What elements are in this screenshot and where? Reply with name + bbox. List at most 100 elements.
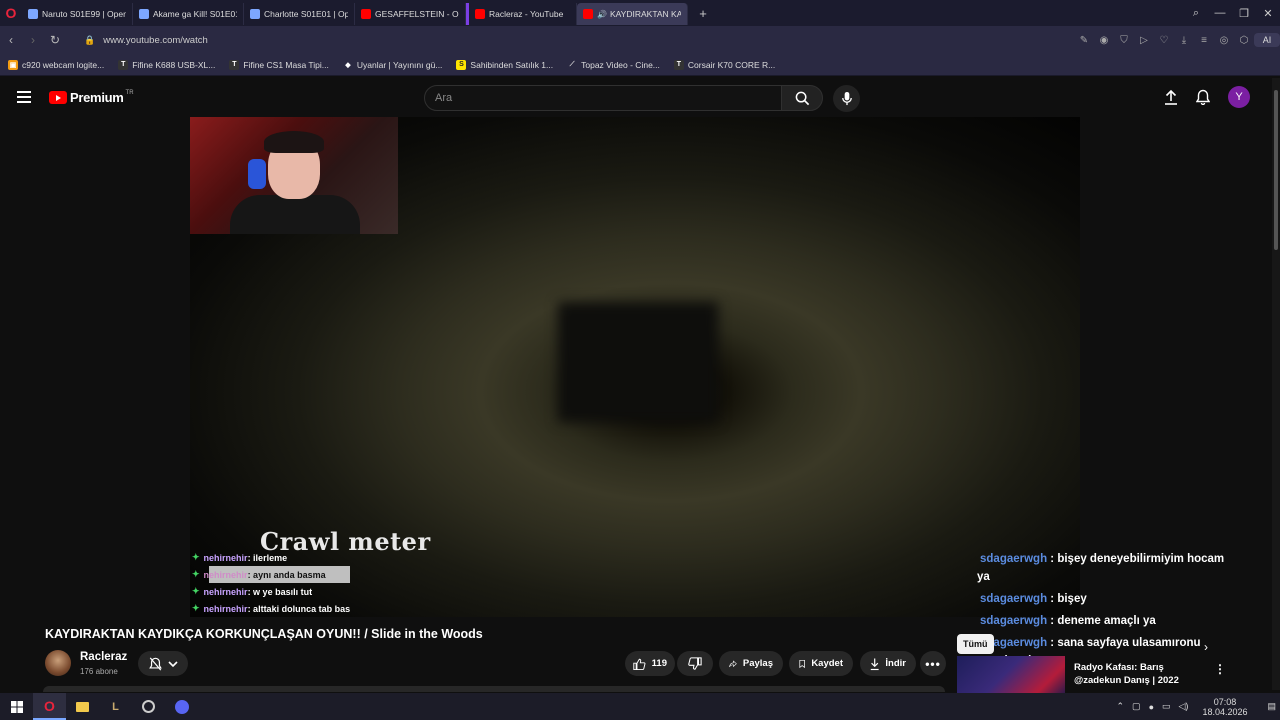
browser-tab[interactable]: Akame ga Kill! S01E01 | O: [133, 3, 244, 25]
recommended-video-title[interactable]: Radyo Kafası: Barış @zadekun Danış | 202…: [1074, 661, 1209, 687]
back-icon[interactable]: ‹: [0, 33, 22, 47]
chat-message: ✦ nehirnehir : aynı anda basma: [192, 566, 351, 583]
download-icon[interactable]: ⤓: [1174, 35, 1194, 46]
taskbar-clock[interactable]: 07:08 18.04.2026: [1198, 697, 1251, 717]
more-vertical-icon[interactable]: ⋮: [1214, 662, 1226, 676]
bookmark-item[interactable]: T Fifine CS1 Masa Tipi...: [229, 59, 329, 70]
chat-message: ✦ nehirnehir : ilerleme: [192, 552, 288, 563]
youtube-play-icon: [49, 91, 67, 104]
bookmark-item[interactable]: ▣ c920 webcam logite...: [8, 59, 104, 70]
filter-chip-all[interactable]: Tümü: [957, 634, 994, 654]
bookmark-item[interactable]: T Fifine K688 USB-XL...: [118, 59, 215, 70]
notifications-bell-icon[interactable]: [1196, 89, 1210, 105]
account-avatar[interactable]: Y: [1228, 86, 1250, 108]
topaz-icon: ⟋: [569, 60, 575, 68]
more-actions-button[interactable]: •••: [920, 651, 946, 676]
network-icon[interactable]: ▭: [1162, 701, 1171, 712]
new-tab-button[interactable]: +: [694, 4, 712, 22]
chevron-down-icon: [167, 660, 178, 667]
league-of-legends-icon[interactable]: L: [99, 693, 132, 720]
tab-favicon-icon: [250, 9, 260, 19]
browser-tab[interactable]: Naruto S01E99 | OpenAni: [22, 3, 133, 25]
shield-icon[interactable]: ⛉: [1114, 35, 1134, 46]
volume-icon[interactable]: ◁): [1179, 701, 1189, 712]
windows-taskbar: O L ⌃ ▢ ● ▭ ◁) 07:08 18.04.2026 ▤: [0, 693, 1280, 720]
profile-icon[interactable]: ◎: [1214, 35, 1234, 46]
extensions-icon[interactable]: ⬡: [1234, 35, 1254, 46]
chat-message: ✦ nehirnehir : w ye basılı tut: [192, 586, 313, 597]
gem-icon: ✦: [192, 586, 200, 596]
url-field[interactable]: 🔒 www.youtube.com/watch: [84, 35, 208, 46]
play-icon[interactable]: ▷: [1134, 35, 1154, 46]
edit-icon[interactable]: ✎: [1074, 35, 1094, 46]
tray-app-icon[interactable]: ▢: [1132, 701, 1141, 712]
bell-off-icon: [148, 656, 162, 671]
search-tabs-icon[interactable]: ⌕: [1184, 7, 1208, 20]
scrollbar-thumb[interactable]: [1274, 90, 1278, 250]
list-icon[interactable]: ≡: [1194, 35, 1214, 46]
browser-tab-active[interactable]: 🔊KAYDIRAKTAN KAYDI: [577, 3, 688, 25]
steam-icon[interactable]: [132, 693, 165, 720]
file-explorer-icon[interactable]: [66, 693, 99, 720]
more-horizontal-icon: •••: [925, 656, 941, 671]
recommended-video-thumbnail[interactable]: [957, 656, 1065, 694]
youtube-favicon-icon: [475, 9, 485, 19]
close-icon[interactable]: ✕: [1256, 7, 1280, 20]
browser-tab[interactable]: Charlotte S01E01 | OpenA: [244, 3, 355, 25]
upload-icon[interactable]: [1164, 89, 1178, 105]
video-frame-tunnel: [558, 302, 718, 422]
maximize-icon[interactable]: ❐: [1232, 7, 1256, 20]
youtube-logo[interactable]: Premium TR: [49, 90, 134, 105]
channel-avatar[interactable]: [45, 650, 71, 676]
sahibinden-icon: S: [456, 59, 467, 70]
reload-icon[interactable]: ↻: [44, 33, 66, 47]
bookmark-item[interactable]: ◆ Uyanlar | Yayınını gü...: [343, 60, 442, 70]
heart-icon[interactable]: ♡: [1154, 35, 1174, 46]
bookmark-icon: [799, 659, 805, 668]
voice-search-button[interactable]: [833, 85, 860, 112]
camera-icon[interactable]: ◉: [1094, 35, 1114, 46]
address-bar: ‹ › ↻ 🔒 www.youtube.com/watch ✎ ◉ ⛉ ▷ ♡ …: [0, 26, 1280, 54]
chat-message: sdagaerwgh : bişey deneyebilirmiyim hoca…: [977, 553, 1225, 583]
opera-menu-icon[interactable]: O: [0, 0, 22, 26]
gem-icon: ✦: [192, 569, 200, 579]
diamond-icon: ◆: [345, 61, 351, 69]
header-actions: Y: [1164, 86, 1250, 108]
chevron-right-icon[interactable]: ›: [1204, 640, 1208, 654]
window-controls: ⌕ — ❐ ✕: [1184, 0, 1280, 26]
browser-tab[interactable]: Racleraz - YouTube: [466, 3, 577, 25]
tab-favicon-icon: [139, 9, 149, 19]
bookmark-item[interactable]: S Sahibinden Satılık 1...: [456, 59, 553, 70]
menu-icon[interactable]: [17, 91, 31, 103]
share-button[interactable]: Paylaş: [719, 651, 783, 676]
speaker-icon: 🔊: [597, 9, 607, 19]
search-button[interactable]: [781, 85, 823, 111]
opera-browser-icon[interactable]: O: [33, 693, 66, 720]
download-button[interactable]: İndir: [860, 651, 916, 676]
address-bar-actions: ✎ ◉ ⛉ ▷ ♡ ⤓ ≡ ◎ ⬡ AI: [1074, 26, 1280, 54]
windows-start-icon[interactable]: [0, 693, 33, 720]
browser-tab[interactable]: GESAFFELSTEIN - OBSESS: [355, 3, 466, 25]
thumbs-down-icon: [688, 656, 702, 670]
description-box[interactable]: [43, 686, 945, 692]
like-button[interactable]: 119: [625, 651, 675, 676]
bookmark-item[interactable]: T Corsair K70 CORE R...: [673, 59, 775, 70]
bookmarks-bar: ▣ c920 webcam logite... T Fifine K688 USB-…: [0, 54, 1280, 76]
microphone-icon[interactable]: ●: [1149, 702, 1154, 712]
minimize-icon[interactable]: —: [1208, 7, 1232, 19]
bookmark-item[interactable]: ⟋ Topaz Video - Cine...: [567, 60, 660, 70]
save-button[interactable]: Kaydet: [789, 651, 853, 676]
ai-button[interactable]: AI: [1254, 33, 1280, 47]
page-scrollbar[interactable]: [1272, 78, 1280, 690]
chevron-up-icon[interactable]: ⌃: [1117, 701, 1125, 712]
subscriber-count: 176 abone: [80, 667, 118, 676]
search-input[interactable]: Ara: [424, 85, 782, 111]
forward-icon[interactable]: ›: [22, 33, 44, 47]
channel-name[interactable]: Racleraz: [80, 651, 127, 663]
discord-icon[interactable]: [165, 693, 198, 720]
dislike-button[interactable]: [677, 651, 713, 676]
subscription-notifications-button[interactable]: [138, 651, 188, 676]
notifications-icon[interactable]: ▤: [1267, 701, 1276, 712]
video-player[interactable]: Crawl meter ✦ nehirnehir : ilerleme ✦ nehi…: [190, 117, 1080, 617]
tab-favicon-icon: [28, 9, 38, 19]
